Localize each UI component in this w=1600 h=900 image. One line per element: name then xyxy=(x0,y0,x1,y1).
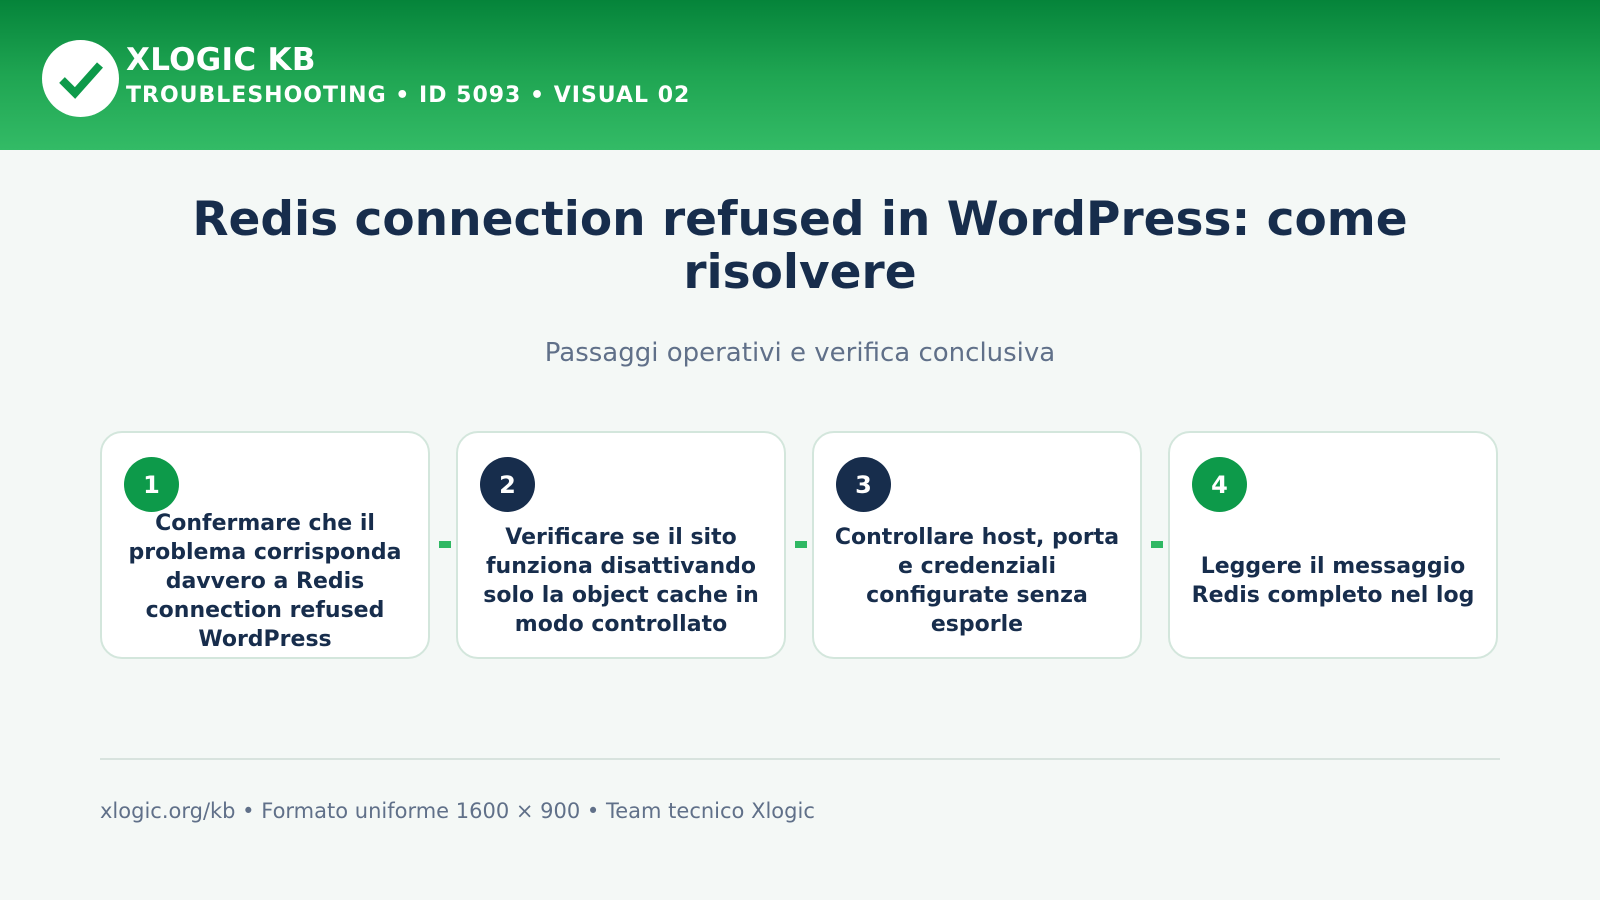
footer-text: xlogic.org/kb • Formato uniforme 1600 × … xyxy=(100,799,815,823)
step-card-2: 2 Verificare se il sito funziona disatti… xyxy=(456,431,786,659)
breadcrumb: TROUBLESHOOTING • ID 5093 • VISUAL 02 xyxy=(126,83,691,108)
step-connector xyxy=(439,541,451,548)
check-mark-icon xyxy=(58,61,103,99)
step-text: Controllare host, porta e credenziali co… xyxy=(834,525,1120,637)
page-subtitle: Passaggi operativi e verifica conclusiva xyxy=(544,338,1056,368)
step-text: Confermare che il problema corrisponda d… xyxy=(128,510,402,652)
header-banner: XLOGIC KB TROUBLESHOOTING • ID 5093 • VI… xyxy=(0,0,1600,150)
step-connector xyxy=(795,541,807,548)
step-text: Verificare se il sito funziona disattiva… xyxy=(483,525,759,637)
footer-divider xyxy=(100,758,1500,760)
step-number-badge: 1 xyxy=(124,457,179,512)
step-text: Leggere il messaggio Redis completo nel … xyxy=(1191,554,1475,608)
step-number-badge: 2 xyxy=(480,457,535,512)
steps-flow: 1 Confermare che il problema corrisponda… xyxy=(100,431,1500,661)
step-number-badge: 4 xyxy=(1192,457,1247,512)
brand-name: XLOGIC KB xyxy=(126,42,316,78)
step-card-1: 1 Confermare che il problema corrisponda… xyxy=(100,431,430,659)
logo xyxy=(42,40,119,117)
step-card-4: 4 Leggere il messaggio Redis completo ne… xyxy=(1168,431,1498,659)
page-title: Redis connection refused in WordPress: c… xyxy=(192,192,1408,300)
step-connector xyxy=(1151,541,1163,548)
step-card-3: 3 Controllare host, porta e credenziali … xyxy=(812,431,1142,659)
step-number-badge: 3 xyxy=(836,457,891,512)
